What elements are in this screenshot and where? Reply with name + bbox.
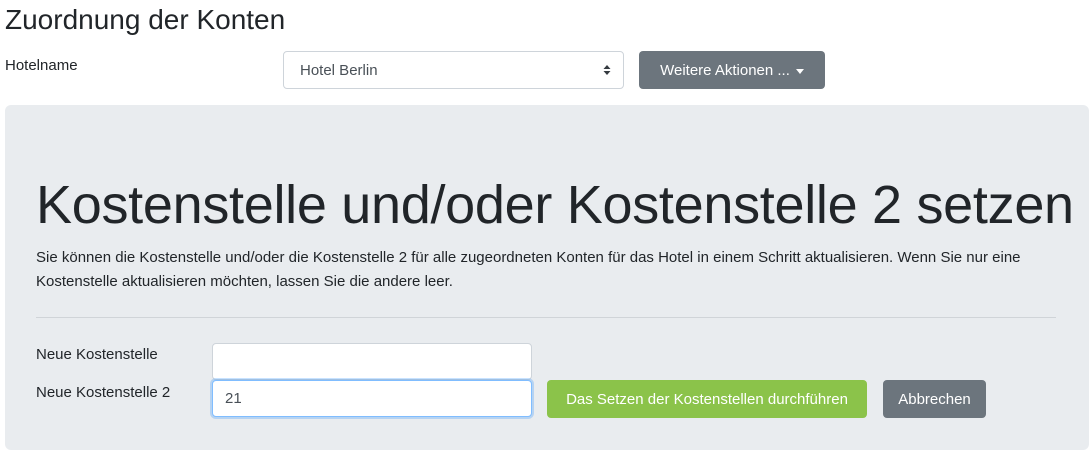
cancel-button[interactable]: Abbrechen <box>883 380 986 418</box>
apply-cost-centers-button[interactable]: Das Setzen der Kostenstellen durchführen <box>547 380 867 418</box>
select-updown-caret-icon <box>603 65 611 75</box>
cost-center-input[interactable] <box>212 343 532 380</box>
hotel-label: Hotelname <box>5 57 78 74</box>
more-actions-button[interactable]: Weitere Aktionen ... <box>639 51 825 89</box>
hotel-select-value: Hotel Berlin <box>300 61 378 79</box>
cost-center-2-input[interactable] <box>212 380 532 417</box>
panel-heading: Kostenstelle und/oder Kostenstelle 2 set… <box>36 175 1074 235</box>
caret-down-icon <box>795 68 804 74</box>
panel-divider <box>36 317 1056 318</box>
panel-description: Sie können die Kostenstelle und/oder die… <box>36 249 1021 290</box>
more-actions-label: Weitere Aktionen ... <box>660 61 790 79</box>
cost-center-2-label: Neue Kostenstelle 2 <box>36 384 171 401</box>
cost-center-panel: Kostenstelle und/oder Kostenstelle 2 set… <box>5 105 1089 450</box>
page-title: Zuordnung der Konten <box>5 4 286 35</box>
cost-center-label: Neue Kostenstelle <box>36 346 158 363</box>
hotel-select[interactable]: Hotel Berlin <box>283 51 624 89</box>
